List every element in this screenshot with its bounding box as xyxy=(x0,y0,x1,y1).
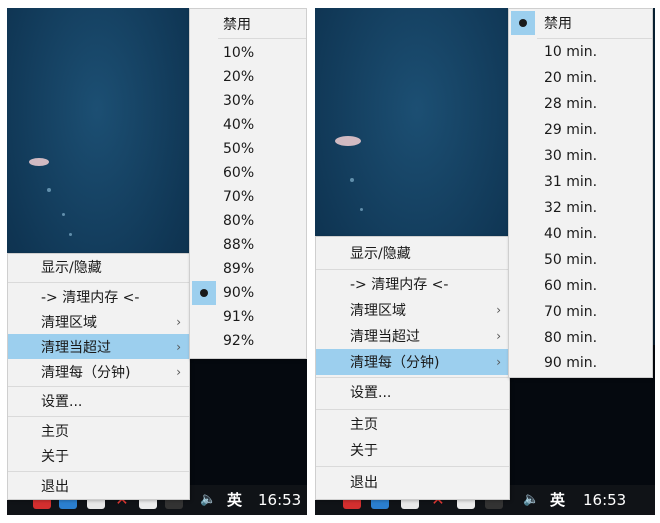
submenu-item[interactable]: 30% xyxy=(190,89,306,113)
menu-separator xyxy=(316,377,509,378)
submenu-item[interactable]: 90 min. xyxy=(509,351,652,375)
clock[interactable]: 16:53 xyxy=(583,492,626,508)
submenu-item[interactable]: 60% xyxy=(190,161,306,185)
bubble xyxy=(47,188,51,192)
menu-item-settings[interactable]: 设置... xyxy=(316,379,509,405)
ime-indicator[interactable]: 英 xyxy=(550,492,565,508)
menu-item-home[interactable]: 主页 xyxy=(8,418,189,443)
radio-bullet-icon xyxy=(200,289,208,297)
bubble xyxy=(360,208,363,211)
menu-item-about[interactable]: 关于 xyxy=(8,443,189,468)
submenu-item[interactable]: 28 min. xyxy=(509,91,652,117)
menu-item-clean-area[interactable]: 清理区域 › xyxy=(316,297,509,323)
chevron-right-icon: › xyxy=(176,314,181,329)
submenu-item[interactable]: 30 min. xyxy=(509,143,652,169)
menu-item-clean-area[interactable]: 清理区域 › xyxy=(8,309,189,334)
menu-item-clean-memory[interactable]: -> 清理内存 <- xyxy=(8,284,189,309)
screenshot-left: ✕ 🔈 英 16:53 显示/隐藏 -> 清理内存 <- 清理区域 › 清理当超… xyxy=(7,8,307,515)
menu-item-clean-every-minutes[interactable]: 清理每（分钟) › xyxy=(316,349,509,375)
jellyfish-image xyxy=(335,136,361,146)
ime-indicator[interactable]: 英 xyxy=(227,492,242,508)
menu-item-exit[interactable]: 退出 xyxy=(316,468,509,496)
chevron-right-icon: › xyxy=(176,339,181,354)
menu-item-settings[interactable]: 设置... xyxy=(8,388,189,413)
submenu-item[interactable]: 60 min. xyxy=(509,273,652,299)
bubble xyxy=(62,213,65,216)
submenu-item-selected[interactable]: 90% xyxy=(190,281,306,305)
submenu-item[interactable]: 88% xyxy=(190,233,306,257)
menu-item-clean-when-exceeds[interactable]: 清理当超过 › xyxy=(316,323,509,349)
screenshot-right: ✕ 🔈 英 16:53 显示/隐藏 -> 清理内存 <- 清理区域 › 清理当超… xyxy=(315,8,655,515)
submenu-item[interactable]: 10% xyxy=(190,41,306,65)
menu-item-exit[interactable]: 退出 xyxy=(8,473,189,498)
bubble xyxy=(69,233,72,236)
submenu-item[interactable]: 40 min. xyxy=(509,221,652,247)
menu-separator xyxy=(8,282,189,283)
submenu-item[interactable]: 50 min. xyxy=(509,247,652,273)
menu-separator xyxy=(218,38,306,39)
submenu-item[interactable]: 31 min. xyxy=(509,169,652,195)
submenu-item[interactable]: 70% xyxy=(190,185,306,209)
submenu-item[interactable]: 10 min. xyxy=(509,39,652,65)
menu-item-show-hide[interactable]: 显示/隐藏 xyxy=(316,239,509,267)
menu-item-clean-when-exceeds[interactable]: 清理当超过 › xyxy=(8,334,189,359)
chevron-right-icon: › xyxy=(176,364,181,379)
submenu-item-selected[interactable]: 禁用 xyxy=(509,11,652,35)
menu-item-clean-memory[interactable]: -> 清理内存 <- xyxy=(316,271,509,297)
submenu-item[interactable]: 32 min. xyxy=(509,195,652,221)
submenu-item[interactable]: 40% xyxy=(190,113,306,137)
submenu-item[interactable]: 29 min. xyxy=(509,117,652,143)
menu-separator xyxy=(8,471,189,472)
context-menu: 显示/隐藏 -> 清理内存 <- 清理区域 › 清理当超过 › 清理每（分钟) … xyxy=(7,253,190,500)
submenu-item[interactable]: 20% xyxy=(190,65,306,89)
chevron-right-icon: › xyxy=(496,355,501,369)
submenu-item[interactable]: 20 min. xyxy=(509,65,652,91)
chevron-right-icon: › xyxy=(496,303,501,317)
chevron-right-icon: › xyxy=(496,329,501,343)
volume-icon[interactable]: 🔈 xyxy=(523,492,539,508)
submenu-item[interactable]: 80 min. xyxy=(509,325,652,351)
clock[interactable]: 16:53 xyxy=(258,492,301,508)
bubble xyxy=(350,178,354,182)
volume-icon[interactable]: 🔈 xyxy=(200,492,216,508)
menu-item-about[interactable]: 关于 xyxy=(316,437,509,463)
menu-separator xyxy=(316,466,509,467)
submenu-interval: 禁用 10 min. 20 min. 28 min. 29 min. 30 mi… xyxy=(508,8,653,378)
menu-item-show-hide[interactable]: 显示/隐藏 xyxy=(8,254,189,280)
submenu-item-disabled[interactable]: 禁用 xyxy=(190,12,306,36)
menu-separator xyxy=(316,409,509,410)
submenu-item[interactable]: 80% xyxy=(190,209,306,233)
submenu-threshold: 禁用 10% 20% 30% 40% 50% 60% 70% 80% 88% 8… xyxy=(189,8,307,359)
submenu-item[interactable]: 91% xyxy=(190,305,306,329)
submenu-item[interactable]: 92% xyxy=(190,329,306,353)
submenu-item[interactable]: 89% xyxy=(190,257,306,281)
radio-bullet-icon xyxy=(519,19,527,27)
menu-separator xyxy=(316,269,509,270)
jellyfish-image xyxy=(29,158,49,166)
menu-item-clean-every-minutes[interactable]: 清理每（分钟) › xyxy=(8,359,189,384)
context-menu: 显示/隐藏 -> 清理内存 <- 清理区域 › 清理当超过 › 清理每（分钟) … xyxy=(315,236,510,500)
menu-item-home[interactable]: 主页 xyxy=(316,411,509,437)
menu-separator xyxy=(8,386,189,387)
menu-separator xyxy=(8,416,189,417)
submenu-item[interactable]: 70 min. xyxy=(509,299,652,325)
submenu-item[interactable]: 50% xyxy=(190,137,306,161)
